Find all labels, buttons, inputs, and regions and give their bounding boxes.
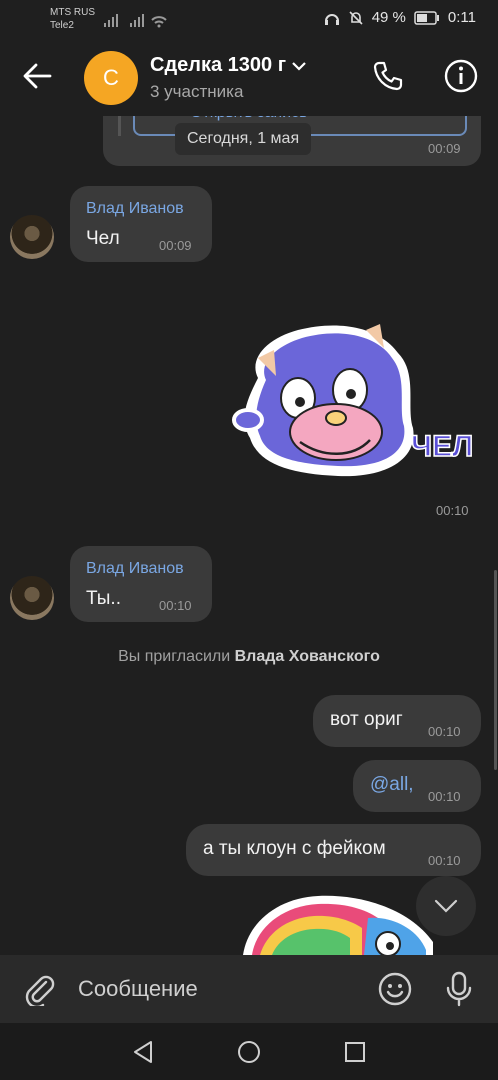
message-time: 00:10 bbox=[428, 724, 461, 739]
scroll-down-button[interactable] bbox=[416, 876, 476, 936]
chat-avatar[interactable]: С bbox=[84, 51, 138, 105]
sender-avatar[interactable] bbox=[10, 215, 54, 259]
system-note-name[interactable]: Влада Хованского bbox=[235, 648, 380, 665]
headphones-icon bbox=[324, 13, 339, 25]
message-time: 00:10 bbox=[159, 598, 192, 613]
message-composer bbox=[0, 955, 498, 1023]
nav-recent-icon[interactable] bbox=[344, 1041, 366, 1063]
emoji-icon[interactable] bbox=[378, 972, 412, 1006]
sticker-time: 00:10 bbox=[436, 503, 469, 518]
chat-participants: 3 участника bbox=[150, 82, 244, 101]
date-separator: Сегодня, 1 мая bbox=[175, 123, 312, 155]
chat-title-text: Сделка 1300 г bbox=[150, 54, 287, 76]
info-icon[interactable] bbox=[444, 59, 478, 93]
outgoing-message-bubble[interactable]: вот ориг 00:10 bbox=[313, 695, 481, 747]
back-arrow-icon[interactable] bbox=[22, 63, 52, 89]
nav-back-icon[interactable] bbox=[131, 1040, 155, 1064]
chevron-down-icon bbox=[434, 899, 458, 913]
scrollbar-thumb[interactable] bbox=[494, 570, 497, 770]
chat-header: С Сделка 1300 г 3 участника bbox=[0, 40, 498, 116]
microphone-icon[interactable] bbox=[444, 971, 474, 1007]
carrier-2: Tele2 bbox=[50, 20, 74, 31]
cow-sticker[interactable]: ЧЕЛ bbox=[228, 318, 482, 484]
clock: 0:11 bbox=[447, 9, 476, 26]
battery-percent: 49 % bbox=[371, 9, 406, 26]
mute-bell-icon bbox=[349, 10, 363, 25]
outgoing-message-bubble[interactable]: а ты клоун с фейком 00:10 bbox=[186, 824, 481, 876]
message-text: Ты.. bbox=[86, 588, 121, 609]
system-note: Вы пригласили Влада Хованского bbox=[0, 648, 498, 666]
system-note-prefix: Вы пригласили bbox=[118, 648, 235, 665]
paperclip-icon[interactable] bbox=[24, 974, 56, 1006]
nav-home-icon[interactable] bbox=[237, 1040, 261, 1064]
sender-name[interactable]: Влад Иванов bbox=[86, 560, 184, 578]
incoming-message-bubble[interactable]: Влад Иванов Чел 00:09 bbox=[70, 186, 212, 262]
message-input[interactable] bbox=[78, 973, 358, 1005]
status-bar: MTS RUS Tele2 49 % 0:11 bbox=[0, 0, 498, 40]
message-text: а ты клоун с фейком bbox=[203, 838, 386, 859]
message-time: 00:10 bbox=[428, 789, 461, 804]
phone-icon[interactable] bbox=[372, 60, 404, 92]
outgoing-message-bubble[interactable]: @all, 00:10 bbox=[353, 760, 481, 812]
rainbow-sticker[interactable] bbox=[238, 892, 438, 955]
chevron-down-icon bbox=[292, 61, 306, 71]
battery-icon bbox=[414, 10, 439, 25]
sender-avatar[interactable] bbox=[10, 576, 54, 620]
carrier-info: MTS RUS Tele2 bbox=[50, 6, 95, 32]
message-time: 00:10 bbox=[428, 853, 461, 868]
signal-wifi-icons bbox=[104, 14, 167, 28]
message-time: 00:09 bbox=[428, 141, 461, 156]
sticker-caption: ЧЕЛ bbox=[411, 430, 473, 463]
chat-title[interactable]: Сделка 1300 г bbox=[150, 54, 306, 77]
incoming-message-bubble[interactable]: Влад Иванов Ты.. 00:10 bbox=[70, 546, 212, 622]
carrier-1: MTS RUS bbox=[50, 7, 95, 18]
mention-text[interactable]: @all, bbox=[370, 774, 414, 796]
status-right: 49 % 0:11 bbox=[324, 9, 476, 26]
system-nav-bar bbox=[0, 1023, 498, 1080]
message-text: Чел bbox=[86, 228, 120, 249]
message-text: вот ориг bbox=[330, 709, 403, 730]
message-time: 00:09 bbox=[159, 238, 192, 253]
sender-name[interactable]: Влад Иванов bbox=[86, 200, 184, 218]
